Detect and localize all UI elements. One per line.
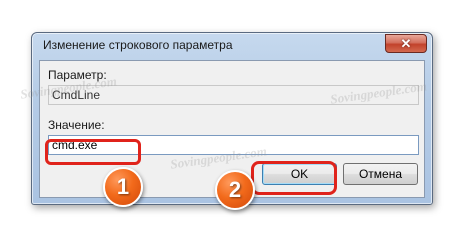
cancel-button[interactable]: Отмена — [343, 163, 418, 185]
value-field-highlight — [45, 139, 141, 165]
ok-button-highlight — [251, 161, 337, 195]
step-1-badge: 1 — [103, 167, 143, 207]
value-label: Значение: — [48, 118, 105, 132]
close-button[interactable]: ✕ — [385, 34, 427, 53]
dialog-title: Изменение строкового параметра — [43, 38, 233, 52]
close-icon: ✕ — [400, 35, 412, 51]
step-2-badge: 2 — [215, 170, 255, 210]
